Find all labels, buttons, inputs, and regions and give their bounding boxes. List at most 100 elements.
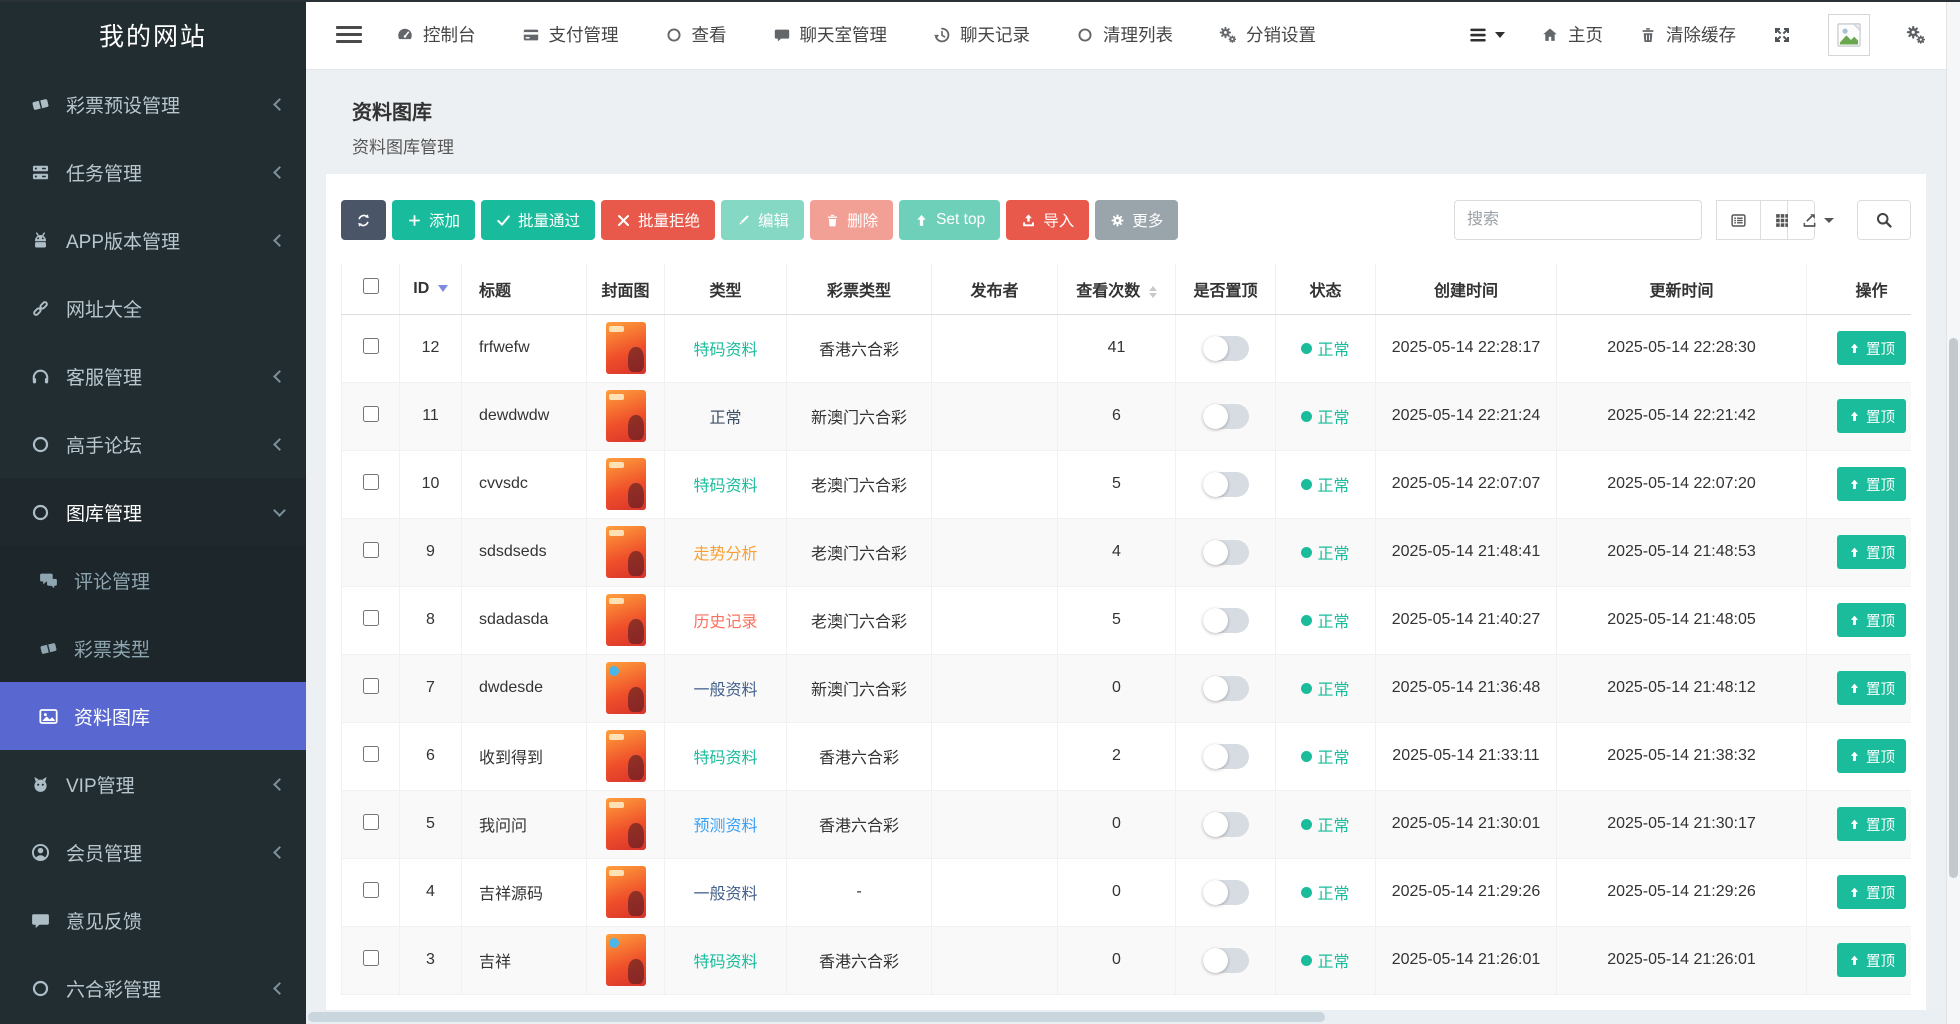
nav-item-clean-list[interactable]: 清理列表 — [1076, 22, 1173, 47]
nav-item-clear-cache[interactable]: 清除缓存 — [1639, 22, 1736, 47]
batch-reject-button[interactable]: 批量拒绝 — [601, 200, 715, 240]
cover-image[interactable] — [606, 594, 646, 646]
sidebar-item-mark-six[interactable]: 六合彩管理 — [0, 954, 306, 1022]
export-button[interactable] — [1788, 200, 1815, 240]
top-toggle[interactable] — [1203, 404, 1249, 429]
batch-approve-button[interactable]: 批量通过 — [481, 200, 595, 240]
row-checkbox[interactable] — [363, 882, 379, 898]
nav-item-icon — [1541, 26, 1559, 44]
top-toggle[interactable] — [1203, 472, 1249, 497]
nav-item-dashboard[interactable]: 控制台 — [396, 22, 476, 47]
set-top-row-button[interactable]: 置顶 — [1837, 467, 1906, 501]
row-checkbox[interactable] — [363, 678, 379, 694]
set-top-row-button[interactable]: 置顶 — [1837, 603, 1906, 637]
sidebar-toggle-icon[interactable] — [336, 22, 362, 47]
sidebar-item-lottery-preset[interactable]: 彩票预设管理 — [0, 70, 306, 138]
cover-image[interactable] — [606, 526, 646, 578]
top-toggle[interactable] — [1203, 744, 1249, 769]
set-top-row-button[interactable]: 置顶 — [1837, 875, 1906, 909]
cover-image[interactable] — [606, 458, 646, 510]
top-toggle[interactable] — [1203, 880, 1249, 905]
top-toggle[interactable] — [1203, 812, 1249, 837]
search-input[interactable] — [1454, 200, 1702, 240]
cover-image[interactable] — [606, 866, 646, 918]
column-header-label: 彩票类型 — [827, 283, 891, 300]
set-top-row-button[interactable]: 置顶 — [1837, 739, 1906, 773]
more-button[interactable]: 更多 — [1095, 200, 1178, 240]
vertical-scrollbar — [1946, 0, 1960, 1024]
nav-item-chat-history[interactable]: 聊天记录 — [933, 22, 1030, 47]
row-checkbox[interactable] — [363, 542, 379, 558]
top-toggle[interactable] — [1203, 336, 1249, 361]
edit-button[interactable]: 编辑 — [721, 200, 804, 240]
sidebar-item-url-list[interactable]: 网址大全 — [0, 274, 306, 342]
delete-button[interactable]: 删除 — [810, 200, 893, 240]
row-checkbox[interactable] — [363, 338, 379, 354]
set-top-row-button[interactable]: 置顶 — [1837, 399, 1906, 433]
cover-image[interactable] — [606, 798, 646, 850]
sidebar-item-tasks[interactable]: 任务管理 — [0, 138, 306, 206]
sidebar-item-data-gallery[interactable]: 资料图库 — [0, 682, 306, 750]
cover-image[interactable] — [606, 322, 646, 374]
cover-image[interactable] — [606, 390, 646, 442]
set-top-row-button[interactable]: 置顶 — [1837, 535, 1906, 569]
sidebar-item-vip[interactable]: VIP管理 — [0, 750, 306, 818]
cell-created-time: 2025-05-14 21:33:11 — [1376, 722, 1557, 790]
settings-gear-icon[interactable] — [1906, 25, 1926, 45]
sidebar: 我的网站 彩票预设管理 任务管理 APP版本管理 网址大全 客服管理 — [0, 0, 306, 1024]
sidebar-item-gallery[interactable]: 图库管理 — [0, 478, 306, 546]
sort-icon[interactable] — [1149, 286, 1157, 298]
cover-image[interactable] — [606, 934, 646, 986]
nav-item-icon — [396, 26, 414, 44]
nav-item-home[interactable]: 主页 — [1541, 22, 1603, 47]
sidebar-item-lottery-type[interactable]: 彩票类型 — [0, 614, 306, 682]
detail-view-button[interactable] — [1716, 200, 1761, 240]
import-button[interactable]: 导入 — [1006, 200, 1089, 240]
select-all-checkbox[interactable] — [363, 278, 379, 294]
row-checkbox[interactable] — [363, 814, 379, 830]
fullscreen-icon[interactable] — [1772, 25, 1792, 45]
sidebar-item-expert-forum[interactable]: 高手论坛 — [0, 410, 306, 478]
set-top-row-button[interactable]: 置顶 — [1837, 671, 1906, 705]
cell-type: 走势分析 — [693, 546, 757, 563]
horizontal-scrollbar — [306, 1010, 1946, 1024]
sidebar-item-feedback[interactable]: 意见反馈 — [0, 886, 306, 954]
nav-item-distribution[interactable]: 分销设置 — [1219, 22, 1316, 47]
sidebar-item-support[interactable]: 客服管理 — [0, 342, 306, 410]
set-top-button[interactable]: Set top — [899, 200, 1000, 240]
search-button[interactable] — [1857, 200, 1911, 240]
set-top-row-button[interactable]: 置顶 — [1837, 331, 1906, 365]
cell-title: 吉祥 — [462, 926, 587, 994]
brand-title[interactable]: 我的网站 — [0, 0, 306, 70]
horizontal-scrollbar-thumb[interactable] — [308, 1012, 1325, 1022]
cell-lottery-type: 老澳门六合彩 — [787, 450, 932, 518]
nav-item-view[interactable]: 查看 — [665, 22, 727, 47]
add-button[interactable]: 添加 — [392, 200, 475, 240]
sort-desc-icon[interactable] — [438, 285, 448, 292]
sidebar-item-app-version[interactable]: APP版本管理 — [0, 206, 306, 274]
sidebar-item-comments[interactable]: 评论管理 — [0, 546, 306, 614]
set-top-row-button[interactable]: 置顶 — [1837, 943, 1906, 977]
cover-image[interactable] — [606, 730, 646, 782]
cover-image[interactable] — [606, 662, 646, 714]
nav-item-chatroom[interactable]: 聊天室管理 — [773, 22, 888, 47]
user-avatar[interactable] — [1828, 14, 1870, 56]
vertical-scrollbar-thumb[interactable] — [1949, 338, 1958, 878]
sidebar-item-members[interactable]: 会员管理 — [0, 818, 306, 886]
refresh-button[interactable] — [341, 200, 386, 240]
row-checkbox[interactable] — [363, 746, 379, 762]
row-checkbox[interactable] — [363, 406, 379, 422]
top-toggle[interactable] — [1203, 948, 1249, 973]
row-checkbox[interactable] — [363, 474, 379, 490]
row-checkbox[interactable] — [363, 610, 379, 626]
nav-item-payment[interactable]: 支付管理 — [522, 22, 619, 47]
top-toggle[interactable] — [1203, 540, 1249, 565]
cell-views: 0 — [1058, 926, 1176, 994]
top-toggle[interactable] — [1203, 676, 1249, 701]
column-header-label: ID — [413, 280, 429, 297]
set-top-row-button[interactable]: 置顶 — [1837, 807, 1906, 841]
top-toggle[interactable] — [1203, 608, 1249, 633]
menu-dropdown[interactable] — [1467, 24, 1505, 46]
row-checkbox[interactable] — [363, 950, 379, 966]
columns-button[interactable] — [1761, 200, 1788, 240]
